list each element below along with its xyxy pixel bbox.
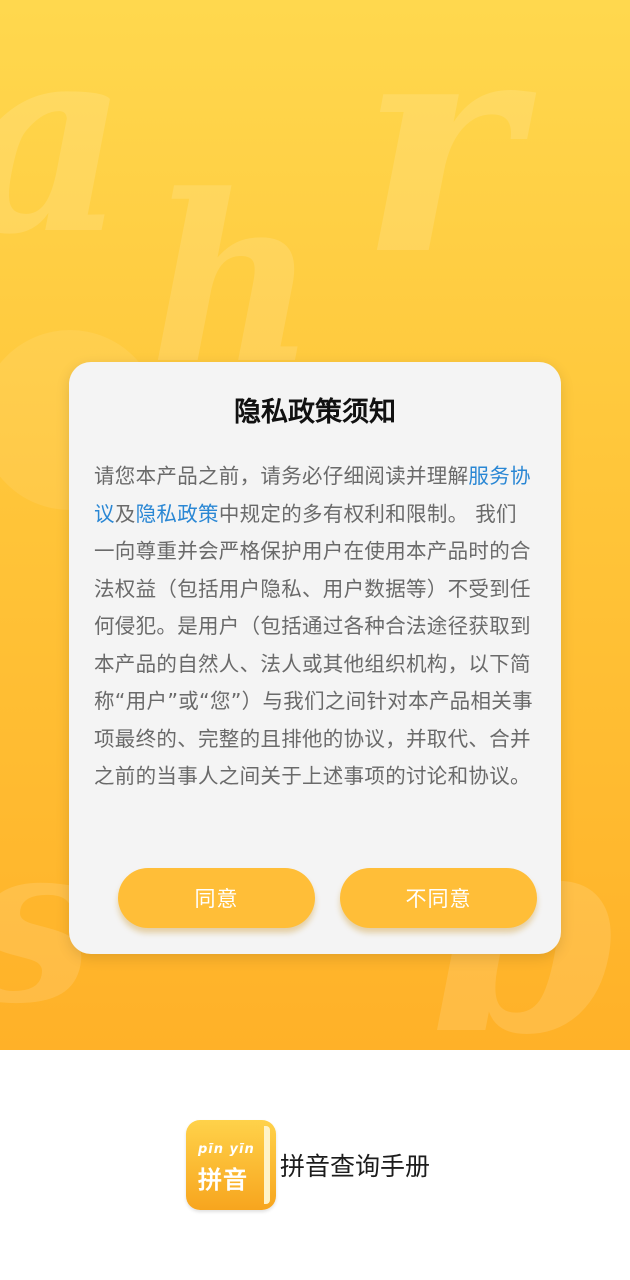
svg-text:r: r — [360, 0, 538, 321]
svg-text:a: a — [0, 0, 128, 292]
agree-button[interactable]: 同意 — [118, 868, 315, 928]
body-intro: 请您本产品之前，请务必仔细阅读并理解 — [94, 464, 469, 488]
book-page-edge — [264, 1126, 270, 1204]
privacy-dialog: 隐私政策须知 请您本产品之前，请务必仔细阅读并理解服务协议及隐私政策中规定的多有… — [69, 362, 561, 954]
privacy-policy-link[interactable]: 隐私政策 — [136, 502, 219, 526]
brand: pīn yīn 拼音 拼音查询手册 — [186, 1120, 430, 1210]
app-icon-hanzi: 拼音 — [198, 1166, 248, 1194]
app-name: 拼音查询手册 — [280, 1152, 431, 1181]
dialog-title: 隐私政策须知 — [234, 397, 396, 428]
body-conjunction: 及 — [114, 501, 136, 526]
app-icon: pīn yīn 拼音 — [186, 1120, 276, 1210]
body-rest: 中规定的多有权利和限制。 我们一向尊重并会严格保护用户在使用本产品时的合法权益（… — [94, 501, 533, 789]
dialog-body: 请您本产品之前，请务必仔细阅读并理解服务协议及隐私政策中规定的多有权利和限制。 … — [94, 458, 536, 796]
disagree-button[interactable]: 不同意 — [340, 868, 537, 928]
splash-background: a r h s b 隐私政策须知 请您本产品之前，请务必仔细阅读并理解服务协议及… — [0, 0, 630, 1050]
app-icon-pinyin: pīn yīn — [198, 1142, 255, 1157]
